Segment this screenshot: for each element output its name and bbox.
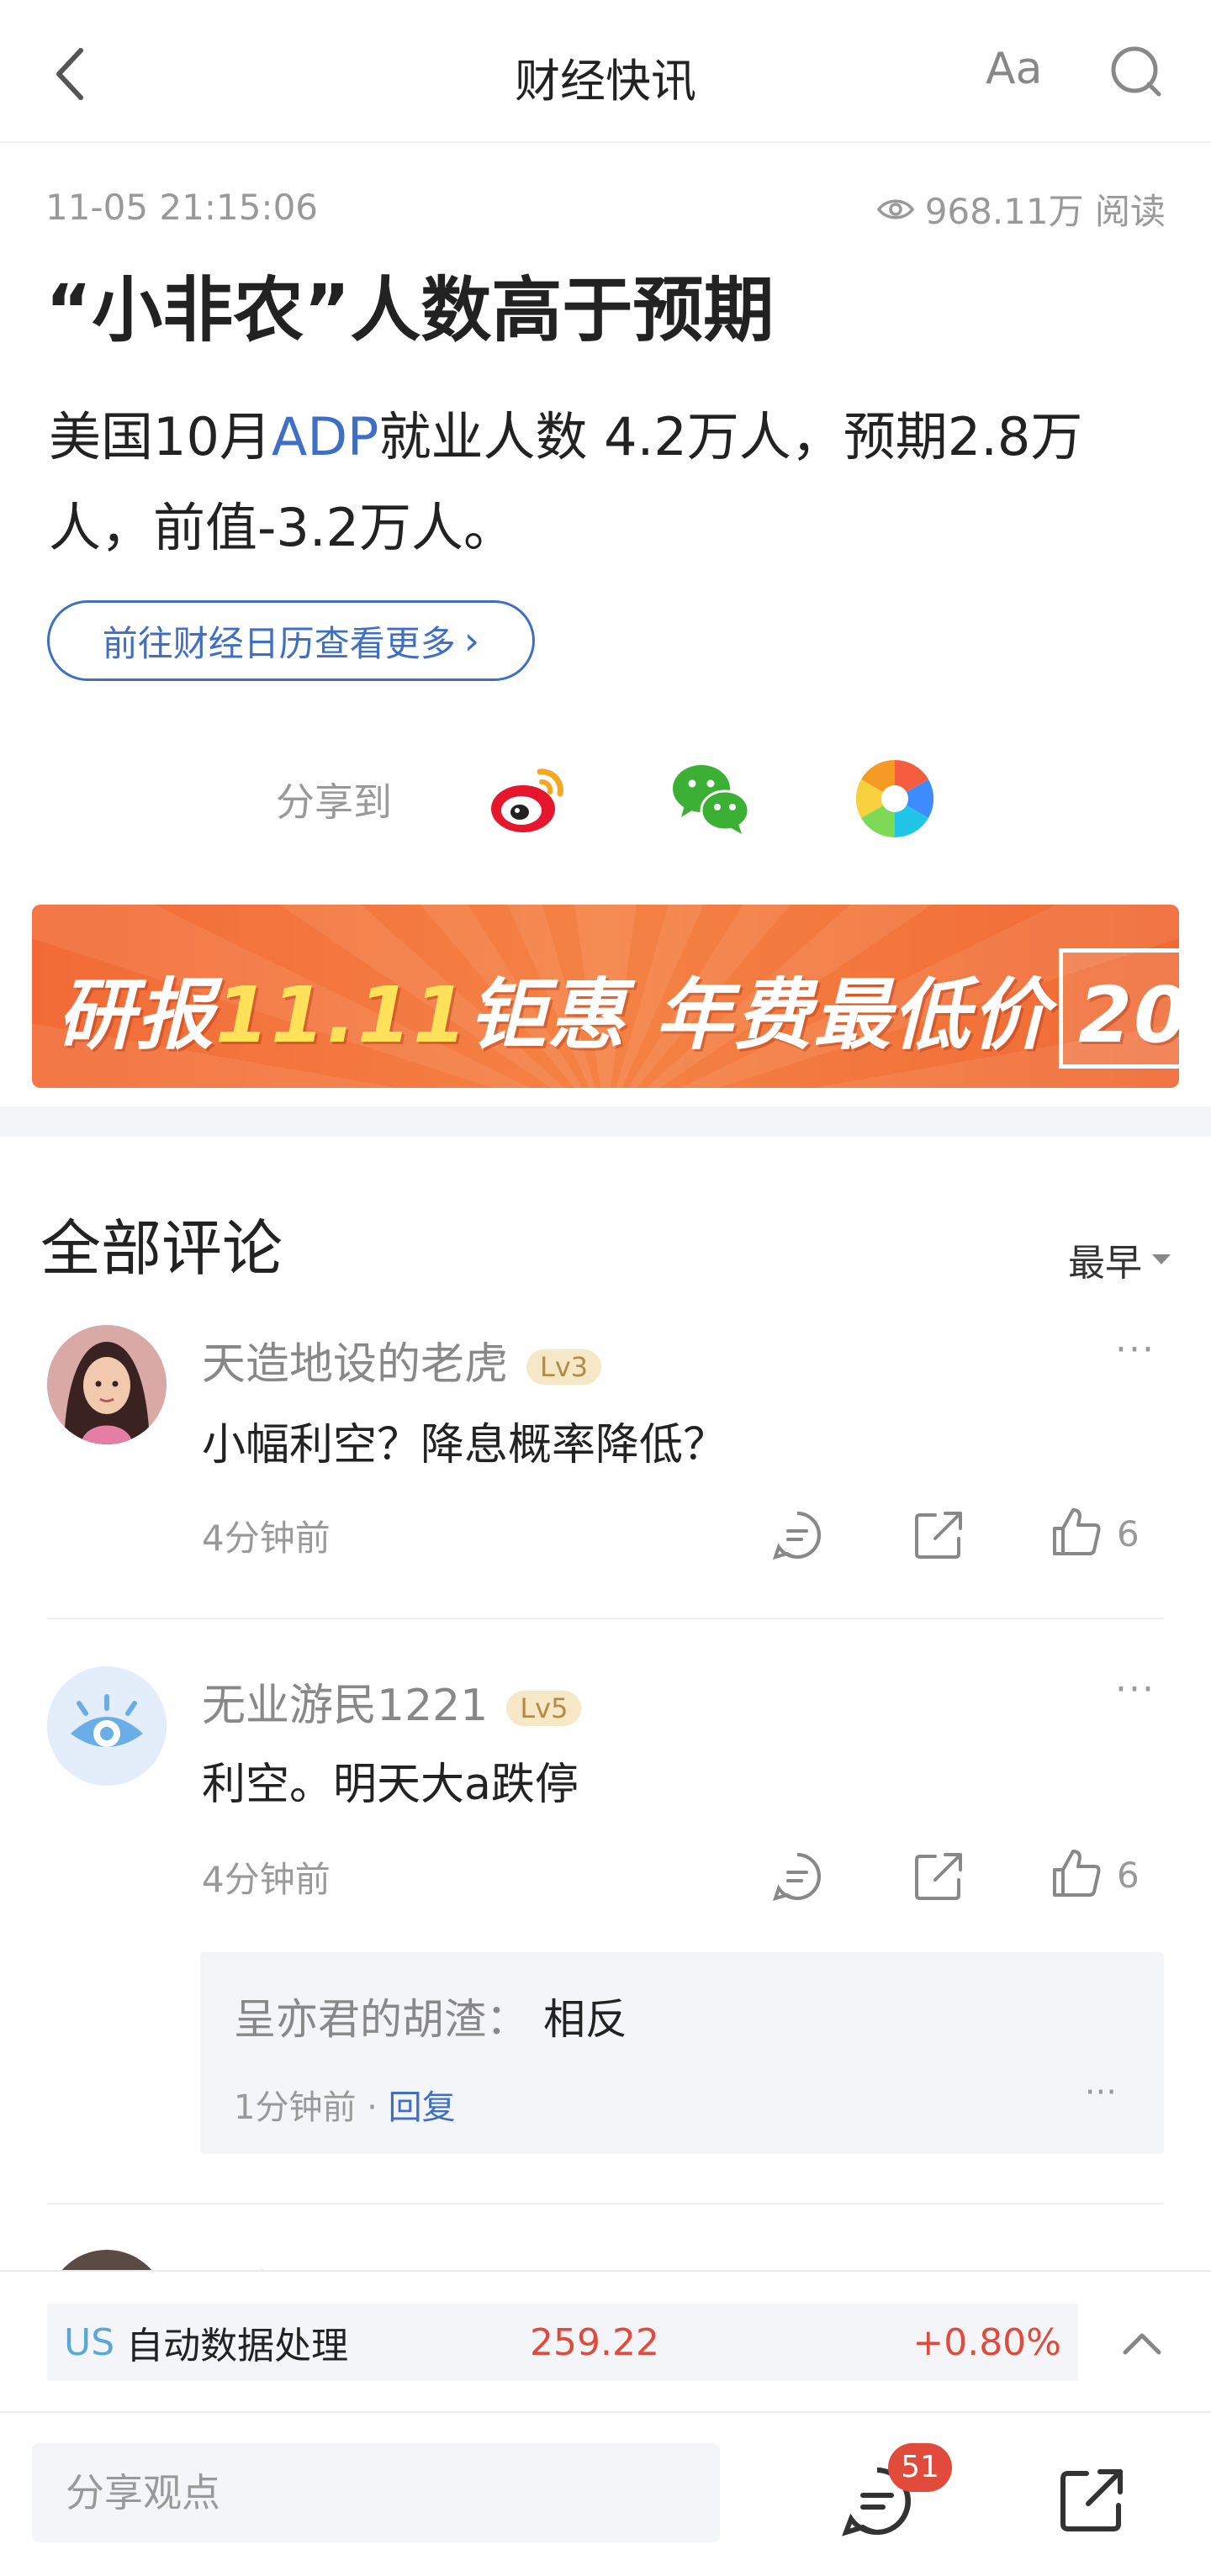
like-count: 6 xyxy=(1117,1855,1140,1896)
stock-ticker[interactable]: US 自动数据处理 259.22 +0.80% xyxy=(47,2304,1078,2381)
like-count: 6 xyxy=(1117,1513,1140,1555)
bottom-action-bar: 51 xyxy=(0,2411,1211,2576)
font-size-button[interactable]: Aa xyxy=(986,44,1042,94)
banner-price: 2088元 xyxy=(1059,948,1179,1069)
share-label: 分享到 xyxy=(276,779,392,825)
reply-icon[interactable] xyxy=(770,1508,824,1562)
wechat-icon[interactable] xyxy=(669,757,754,841)
avatar[interactable] xyxy=(47,1666,167,1786)
eye-icon xyxy=(876,199,914,219)
promo-banner[interactable]: 研报11.11钜惠 年费最低价2088元 xyxy=(32,905,1179,1088)
stock-name: 自动数据处理 xyxy=(126,2325,349,2367)
banner-highlight: 11.11 xyxy=(215,970,469,1060)
weibo-icon[interactable] xyxy=(488,757,572,841)
forward-share-icon[interactable] xyxy=(1058,2467,1125,2534)
user-avatar-image xyxy=(47,1325,167,1444)
reply-content: 呈亦君的胡渣： 相反 xyxy=(234,1986,627,2046)
adp-link[interactable]: ADP xyxy=(272,406,379,467)
dropdown-arrow-icon xyxy=(1152,1254,1171,1264)
stock-change: +0.80% xyxy=(912,2320,1061,2364)
finance-calendar-button[interactable]: 前往财经日历查看更多 › xyxy=(47,600,535,681)
chevron-up-icon[interactable] xyxy=(1118,2320,1166,2367)
reply-separator: · xyxy=(356,2088,389,2127)
reply-username[interactable]: 呈亦君的胡渣： xyxy=(234,1995,528,2044)
banner-text: 研报11.11钜惠 年费最低价2088元 xyxy=(57,948,1179,1069)
like-icon[interactable] xyxy=(1050,1846,1103,1900)
comment-time: 4分钟前 xyxy=(202,1518,331,1559)
publish-time: 11-05 21:15:06 xyxy=(45,187,319,228)
comment-text: 小幅利空？降息概率降低？ xyxy=(202,1420,727,1470)
level-badge: Lv3 xyxy=(526,1349,602,1385)
reply-text: 相反 xyxy=(543,1995,627,2044)
sort-label: 最早 xyxy=(1068,1242,1142,1285)
read-count-text: 968.11万 阅读 xyxy=(924,191,1166,232)
article-body: 美国10月ADP就业人数 4.2万人，预期2.8万人，前值-3.2万人。 xyxy=(49,392,1176,573)
moments-icon[interactable] xyxy=(853,757,937,841)
comment-username[interactable]: 无业游民1221 Lv5 xyxy=(202,1670,582,1733)
article-headline: “小非农”人数高于预期 xyxy=(45,269,775,351)
more-options-icon[interactable]: ··· xyxy=(1115,1668,1155,1711)
reply-button[interactable]: 回复 xyxy=(389,2088,456,2127)
market-code: US xyxy=(64,2320,115,2364)
banner-text-part1: 研报 xyxy=(57,970,216,1060)
avatar[interactable] xyxy=(47,1325,167,1444)
reply-thread: 呈亦君的胡渣： 相反 1分钟前 · 回复 ··· xyxy=(200,1952,1164,2154)
reply-time: 1分钟前 xyxy=(234,2088,357,2127)
calendar-button-label: 前往财经日历查看更多 xyxy=(102,622,456,664)
chevron-right-icon: › xyxy=(463,618,480,663)
share-opinion-input[interactable] xyxy=(32,2443,720,2542)
share-icon[interactable] xyxy=(912,1508,965,1562)
read-count: 968.11万 阅读 xyxy=(876,183,1166,235)
reply-icon[interactable] xyxy=(770,1850,824,1903)
body-text-start: 美国10月 xyxy=(49,406,272,467)
username-text: 无业游民1221 xyxy=(202,1681,489,1731)
stock-price: 259.22 xyxy=(530,2320,659,2364)
level-badge: Lv5 xyxy=(506,1691,582,1726)
sort-dropdown[interactable]: 最早 xyxy=(1068,1233,1171,1286)
comment-username[interactable]: 天造地设的老虎 Lv3 xyxy=(202,1328,602,1391)
comments-title: 全部评论 xyxy=(40,1213,283,1284)
comment-count-badge: 51 xyxy=(888,2443,952,2492)
username-text: 天造地设的老虎 xyxy=(202,1339,509,1390)
share-icon[interactable] xyxy=(912,1850,965,1903)
comment-time: 4分钟前 xyxy=(202,1859,331,1900)
more-options-icon[interactable]: ··· xyxy=(1085,2073,1117,2112)
weibo-eye-avatar-icon xyxy=(47,1666,167,1786)
comment-text: 利空。明天大a跌停 xyxy=(202,1760,579,1810)
top-nav-bar: 财经快讯 Aa xyxy=(0,0,1211,143)
search-icon[interactable] xyxy=(1108,44,1164,99)
comment-divider xyxy=(47,2203,1164,2204)
stock-ticker-bar: US 自动数据处理 259.22 +0.80% xyxy=(0,2270,1211,2411)
banner-text-part2: 钜惠 年费最低价 xyxy=(468,970,1051,1060)
more-options-icon[interactable]: ··· xyxy=(1115,1328,1155,1371)
reply-meta: 1分钟前 · 回复 xyxy=(234,2080,456,2129)
comment-divider xyxy=(47,1618,1164,1619)
like-icon[interactable] xyxy=(1050,1505,1103,1559)
section-divider xyxy=(0,1106,1211,1137)
